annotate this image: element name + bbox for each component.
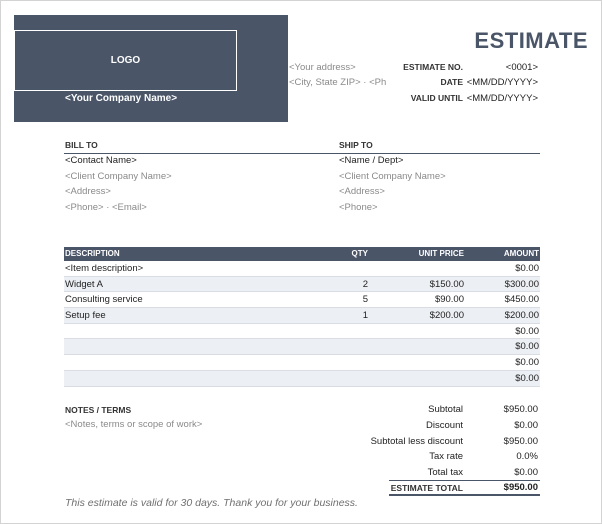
item-amount: $450.00 [504,294,539,306]
date-label: DATE [440,77,463,87]
discount-label: Discount [426,420,463,431]
table-row[interactable]: Widget A 2 $150.00 $300.00 [64,276,540,293]
section-divider [64,153,540,154]
total-tax-value: $0.00 [514,467,538,478]
header-description: DESCRIPTION [65,249,120,258]
notes-title: NOTES / TERMS [65,405,132,415]
ship-to-name[interactable]: <Name / Dept> [339,155,403,166]
bill-to-company[interactable]: <Client Company Name> [65,171,172,182]
logo-placeholder[interactable]: LOGO [14,30,237,91]
table-row[interactable]: <Item description> $0.00 [64,261,540,277]
item-amount: $0.00 [515,372,539,384]
discount-value[interactable]: $0.00 [514,420,538,431]
bill-to-phone-email[interactable]: <Phone> · <Email> [65,202,147,213]
notes-text[interactable]: <Notes, terms or scope of work> [65,419,202,430]
valid-until-value[interactable]: <MM/DD/YYYY> [467,93,538,104]
table-row[interactable]: $0.00 [64,370,540,387]
header-amount: AMOUNT [503,249,539,258]
table-row[interactable]: Consulting service 5 $90.00 $450.00 [64,292,540,309]
address-line-1[interactable]: <Your address> [289,62,356,73]
bill-to-title: BILL TO [65,140,98,150]
document-title: ESTIMATE [474,28,588,53]
item-amount: $0.00 [515,325,539,337]
subtotal-value: $950.00 [503,404,538,415]
total-tax-label: Total tax [427,467,463,478]
item-description[interactable]: Setup fee [65,310,106,321]
item-unit-price[interactable]: $150.00 [430,279,464,290]
subtotal-less-discount-value: $950.00 [503,436,538,447]
table-header: DESCRIPTION QTY UNIT PRICE AMOUNT [64,247,540,261]
footer-note[interactable]: This estimate is valid for 30 days. Than… [65,497,358,509]
ship-to-address[interactable]: <Address> [339,186,385,197]
item-qty[interactable]: 5 [363,294,368,305]
tax-rate-label: Tax rate [429,451,463,462]
ship-to-phone[interactable]: <Phone> [339,202,378,213]
address-line-2[interactable]: <City, State ZIP> · <Ph [289,77,386,88]
valid-until-label: VALID UNTIL [410,93,463,103]
table-row[interactable]: Setup fee 1 $200.00 $200.00 [64,308,540,324]
item-amount: $300.00 [504,278,539,290]
item-amount: $200.00 [504,310,539,322]
grand-total-double-rule [389,494,540,496]
item-qty[interactable]: 2 [363,279,368,290]
totals-divider [389,480,540,481]
table-row[interactable]: $0.00 [64,339,540,356]
estimate-total-label: ESTIMATE TOTAL [390,483,463,493]
company-header-block: LOGO <Your Company Name> [14,15,288,122]
company-name[interactable]: <Your Company Name> [65,93,177,104]
item-description[interactable]: <Item description> [65,263,143,274]
line-items-table: DESCRIPTION QTY UNIT PRICE AMOUNT <Item … [64,247,540,387]
estimate-no-value[interactable]: <0001> [506,62,538,73]
item-unit-price[interactable]: $90.00 [435,294,464,305]
ship-to-company[interactable]: <Client Company Name> [339,171,446,182]
item-amount: $0.00 [515,341,539,353]
tax-rate-value[interactable]: 0.0% [516,451,538,462]
ship-to-title: SHIP TO [339,140,373,150]
header-unit-price: UNIT PRICE [418,249,464,258]
date-value[interactable]: <MM/DD/YYYY> [467,77,538,88]
item-unit-price[interactable]: $200.00 [430,310,464,321]
subtotal-less-discount-label: Subtotal less discount [370,436,463,447]
bill-to-address[interactable]: <Address> [65,186,111,197]
header-qty: QTY [351,249,368,258]
item-description[interactable]: Widget A [65,279,103,290]
subtotal-label: Subtotal [428,404,463,415]
table-row[interactable]: $0.00 [64,324,540,340]
estimate-total-value: $950.00 [503,482,538,493]
item-qty[interactable]: 1 [363,310,368,321]
estimate-no-label: ESTIMATE NO. [403,62,463,72]
item-amount: $0.00 [515,263,539,274]
bill-to-contact[interactable]: <Contact Name> [65,155,137,166]
table-row[interactable]: $0.00 [64,355,540,371]
item-description[interactable]: Consulting service [65,294,143,305]
item-amount: $0.00 [515,357,539,369]
